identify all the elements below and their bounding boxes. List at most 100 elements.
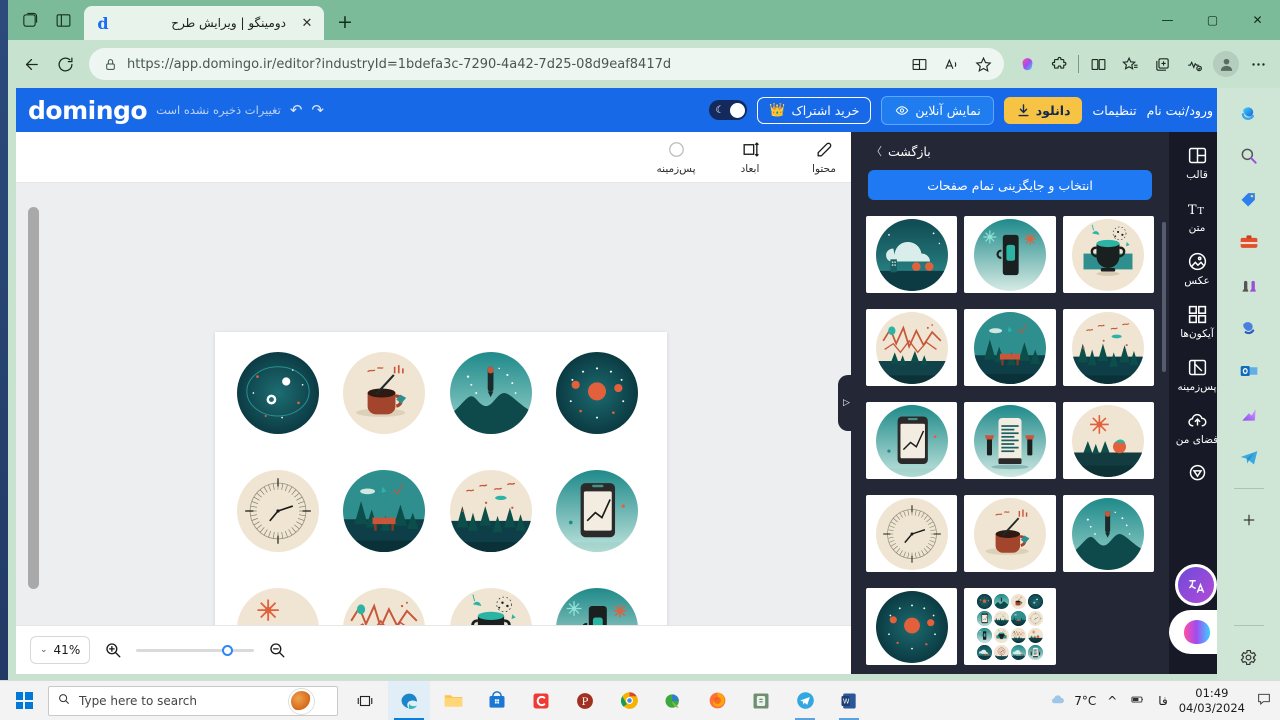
minimize-button[interactable]: — bbox=[1145, 0, 1190, 40]
copilot-icon[interactable] bbox=[1234, 98, 1264, 128]
replace-all-pages-button[interactable]: انتخاب و جایگزینی تمام صفحات bbox=[868, 170, 1152, 200]
canvas-thumbnail[interactable] bbox=[555, 469, 638, 552]
telegram-icon[interactable] bbox=[1234, 442, 1264, 472]
search-icon[interactable] bbox=[1234, 141, 1264, 171]
add-icon[interactable] bbox=[1234, 505, 1264, 535]
panel-back-button[interactable]: بازگشت 〉 bbox=[851, 132, 1169, 170]
task-view-icon[interactable] bbox=[344, 681, 386, 720]
subscribe-button[interactable]: خرید اشتراک 👑 bbox=[757, 96, 872, 124]
tray-expand-chevron[interactable]: ^ bbox=[1107, 694, 1117, 708]
split-screen-icon[interactable] bbox=[904, 47, 934, 81]
more-options-icon[interactable] bbox=[1242, 47, 1274, 81]
canvas-thumbnail[interactable] bbox=[343, 469, 426, 552]
word-icon[interactable]: W bbox=[828, 681, 870, 720]
tool-content[interactable]: محتوا bbox=[797, 140, 851, 175]
download-button[interactable]: دانلود bbox=[1003, 96, 1083, 124]
image-creator-icon[interactable] bbox=[1234, 399, 1264, 429]
tool-dimensions[interactable]: ابعاد bbox=[723, 140, 777, 175]
shopping-tag-icon[interactable] bbox=[1234, 184, 1264, 214]
c-app-icon[interactable] bbox=[520, 681, 562, 720]
office-icon[interactable] bbox=[1234, 313, 1264, 343]
p-app-icon[interactable]: P bbox=[564, 681, 606, 720]
panel-template-item[interactable] bbox=[964, 402, 1056, 479]
panel-template-item[interactable] bbox=[866, 495, 958, 572]
tab-close-icon[interactable]: ✕ bbox=[296, 12, 318, 34]
zoom-out-button[interactable] bbox=[264, 637, 290, 663]
canvas-thumbnail[interactable] bbox=[343, 587, 426, 625]
notification-icon[interactable] bbox=[1256, 691, 1272, 711]
design-page[interactable]: ▲ bbox=[215, 332, 667, 625]
tab-copilot-icon[interactable] bbox=[12, 4, 46, 36]
profile-avatar[interactable] bbox=[1210, 47, 1242, 81]
panel-template-item[interactable] bbox=[866, 588, 958, 665]
zoom-in-button[interactable] bbox=[100, 637, 126, 663]
telegram-icon[interactable] bbox=[784, 681, 826, 720]
zoom-slider[interactable] bbox=[136, 640, 255, 660]
panel-template-item[interactable] bbox=[866, 309, 958, 386]
image-creator-icon[interactable] bbox=[1011, 47, 1043, 81]
maximize-button[interactable]: ▢ bbox=[1190, 0, 1235, 40]
panel-scrollbar[interactable] bbox=[1162, 222, 1166, 372]
canvas-thumbnail[interactable] bbox=[449, 352, 532, 434]
canvas-thumbnail[interactable] bbox=[237, 587, 319, 625]
read-aloud-icon[interactable] bbox=[936, 47, 966, 81]
clock[interactable]: 01:49 04/03/2024 bbox=[1179, 686, 1245, 715]
edge-icon[interactable] bbox=[388, 680, 430, 720]
split-window-icon[interactable] bbox=[1082, 47, 1114, 81]
language-indicator[interactable]: فا bbox=[1158, 694, 1167, 708]
chrome-icon[interactable] bbox=[608, 681, 650, 720]
weather-widget[interactable]: 7°C bbox=[1048, 692, 1096, 710]
reload-icon[interactable] bbox=[48, 47, 82, 81]
outlook-icon[interactable] bbox=[1234, 356, 1264, 386]
browser-essentials-icon[interactable] bbox=[1178, 47, 1210, 81]
collections-icon[interactable] bbox=[1146, 47, 1178, 81]
settings-link[interactable]: تنظیمات bbox=[1092, 103, 1136, 118]
battery-icon[interactable] bbox=[1128, 692, 1147, 710]
zoom-level-select[interactable]: ⌄ 41% bbox=[30, 636, 91, 664]
extensions-icon[interactable] bbox=[1043, 47, 1075, 81]
panel-template-item[interactable] bbox=[1062, 402, 1154, 479]
panel-template-item[interactable] bbox=[866, 216, 958, 293]
login-link[interactable]: ورود/ثبت نام bbox=[1147, 103, 1213, 118]
panel-template-item[interactable] bbox=[1062, 309, 1154, 386]
redo-icon[interactable]: ↷ bbox=[311, 101, 324, 119]
canvas-thumbnail[interactable] bbox=[237, 352, 319, 434]
tab-actions-icon[interactable] bbox=[46, 4, 80, 36]
panel-template-item[interactable] bbox=[964, 495, 1056, 572]
dark-mode-toggle[interactable]: ☾ bbox=[709, 100, 748, 120]
new-tab-button[interactable]: + bbox=[330, 7, 360, 37]
undo-icon[interactable]: ↶ bbox=[290, 101, 303, 119]
close-window-button[interactable]: ✕ bbox=[1235, 0, 1280, 40]
file-explorer-icon[interactable] bbox=[432, 681, 474, 720]
tools-icon[interactable] bbox=[1234, 227, 1264, 257]
panel-template-item[interactable] bbox=[964, 588, 1056, 665]
zoom-slider-knob[interactable] bbox=[222, 644, 234, 656]
microsoft-store-icon[interactable] bbox=[476, 681, 518, 720]
start-button[interactable] bbox=[0, 681, 48, 720]
panel-template-item[interactable] bbox=[1062, 495, 1154, 572]
back-icon[interactable] bbox=[14, 47, 48, 81]
games-icon[interactable] bbox=[1234, 270, 1264, 300]
panel-template-item[interactable] bbox=[1062, 216, 1154, 293]
canvas-thumbnail[interactable] bbox=[555, 587, 638, 625]
canvas-thumbnail[interactable] bbox=[555, 352, 638, 434]
panel-template-item[interactable] bbox=[964, 216, 1056, 293]
favorite-star-icon[interactable] bbox=[968, 47, 998, 81]
canvas-thumbnail[interactable] bbox=[449, 587, 532, 625]
tool-background[interactable]: پس‌زمینه bbox=[649, 140, 703, 175]
address-bar[interactable]: https://app.domingo.ir/editor?industryId… bbox=[89, 48, 1004, 80]
panel-template-item[interactable] bbox=[866, 402, 958, 479]
domingo-logo[interactable]: domingo bbox=[28, 96, 148, 125]
canvas-vertical-scrollbar[interactable] bbox=[28, 207, 39, 589]
translate-badge-icon[interactable] bbox=[1175, 564, 1217, 606]
canvas-scroll-area[interactable]: ▲ بزرگنمایی bbox=[16, 183, 851, 625]
browser-tab[interactable]: d دومینگو | ویرایش طرح ✕ bbox=[84, 6, 324, 40]
canvas-thumbnail[interactable] bbox=[237, 469, 319, 552]
settings-gear-icon[interactable] bbox=[1234, 642, 1264, 672]
firefox-icon[interactable] bbox=[696, 681, 738, 720]
online-preview-button[interactable]: نمایش آنلاین bbox=[881, 95, 994, 125]
canvas-thumbnail[interactable] bbox=[343, 352, 426, 434]
canvas-thumbnail[interactable] bbox=[449, 469, 532, 552]
taskbar-search-box[interactable]: Type here to search bbox=[48, 685, 338, 716]
notepad-icon[interactable] bbox=[740, 681, 782, 720]
